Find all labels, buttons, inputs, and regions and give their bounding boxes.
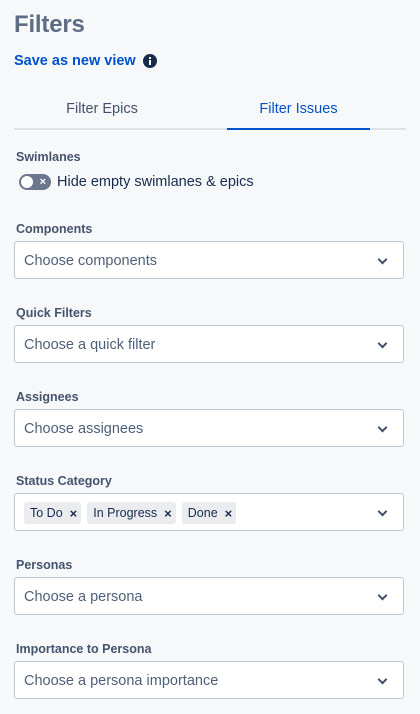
personas-label: Personas: [16, 558, 73, 572]
status-chip-done: Done ×: [181, 502, 237, 524]
tab-filter-issues[interactable]: Filter Issues: [227, 96, 370, 130]
save-as-new-view-link[interactable]: Save as new view: [14, 53, 136, 69]
importance-select[interactable]: Choose a persona importance: [14, 661, 404, 699]
save-view-row: Save as new view: [14, 53, 157, 69]
status-category-label: Status Category: [16, 474, 112, 488]
assignees-label: Assignees: [16, 390, 79, 404]
quick-filters-select[interactable]: Choose a quick filter: [14, 325, 404, 363]
chevron-down-icon: [377, 506, 388, 517]
page-title: Filters: [14, 11, 85, 38]
tab-filter-epics[interactable]: Filter Epics: [14, 96, 190, 128]
hide-empty-swimlanes-toggle[interactable]: ×: [19, 174, 51, 190]
status-chip-label: Done: [187, 506, 218, 520]
hide-empty-swimlanes-label: Hide empty swimlanes & epics: [57, 174, 254, 190]
close-icon[interactable]: ×: [225, 507, 233, 520]
quick-filters-label: Quick Filters: [16, 306, 92, 320]
close-icon[interactable]: ×: [70, 507, 78, 520]
components-select[interactable]: Choose components: [14, 241, 404, 279]
chevron-down-icon: [377, 422, 388, 433]
personas-select[interactable]: Choose a persona: [14, 577, 404, 615]
toggle-off-icon: ×: [39, 176, 46, 188]
status-category-select[interactable]: To Do × In Progress × Done ×: [14, 493, 404, 531]
chevron-down-icon: [377, 590, 388, 601]
toggle-knob: [21, 176, 33, 188]
hide-empty-swimlanes-row: × Hide empty swimlanes & epics: [19, 174, 254, 190]
quick-filters-placeholder: Choose a quick filter: [24, 337, 156, 353]
filter-tabs: Filter Epics Filter Issues: [14, 96, 406, 130]
status-chips: To Do × In Progress × Done ×: [24, 502, 237, 524]
status-chip-to-do: To Do ×: [24, 502, 82, 524]
components-label: Components: [16, 222, 93, 236]
importance-placeholder: Choose a persona importance: [24, 673, 219, 689]
swimlanes-label: Swimlanes: [16, 150, 81, 164]
personas-placeholder: Choose a persona: [24, 589, 143, 605]
components-placeholder: Choose components: [24, 253, 157, 269]
status-chip-in-progress: In Progress ×: [87, 502, 176, 524]
assignees-placeholder: Choose assignees: [24, 421, 144, 437]
status-chip-label: To Do: [30, 506, 63, 520]
status-chip-label: In Progress: [93, 506, 158, 520]
chevron-down-icon: [377, 674, 388, 685]
chevron-down-icon: [377, 254, 388, 265]
chevron-down-icon: [377, 338, 388, 349]
assignees-select[interactable]: Choose assignees: [14, 409, 404, 447]
close-icon[interactable]: ×: [164, 507, 172, 520]
info-icon[interactable]: [142, 54, 157, 68]
importance-label: Importance to Persona: [16, 642, 152, 656]
